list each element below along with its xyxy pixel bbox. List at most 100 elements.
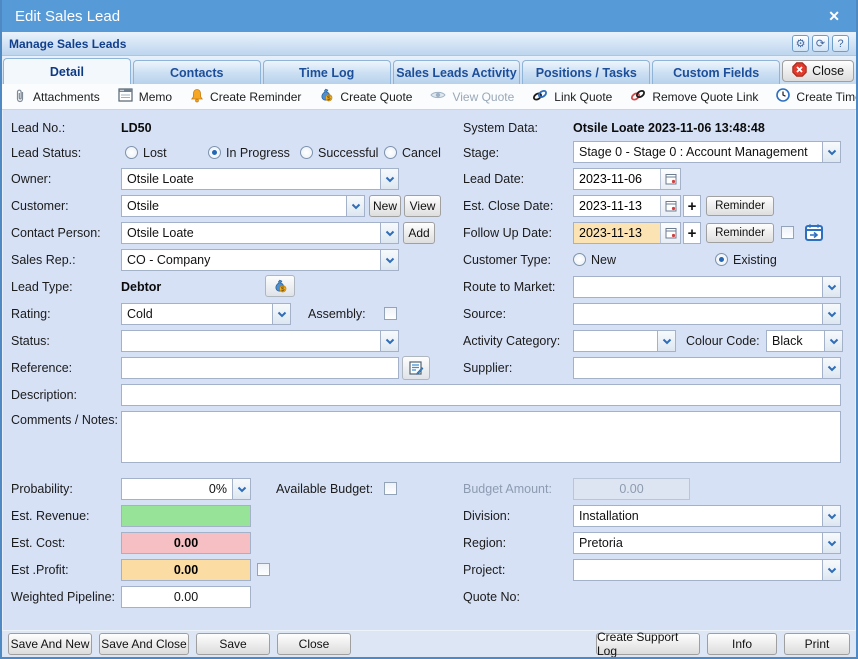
customer-new-button[interactable]: New: [369, 195, 401, 217]
tab-sales-leads-activity[interactable]: Sales Leads Activity: [393, 60, 521, 84]
assembly-checkbox[interactable]: [384, 307, 397, 320]
est-profit-field[interactable]: 0.00: [121, 559, 251, 581]
create-reminder-button[interactable]: Create Reminder: [181, 84, 310, 109]
est-profit-checkbox[interactable]: [257, 563, 270, 576]
est-close-date-add-icon[interactable]: +: [683, 195, 701, 217]
customer-type-existing-radio[interactable]: [715, 253, 728, 266]
lead-status-in-progress-radio[interactable]: [208, 146, 221, 159]
est-revenue-field[interactable]: [121, 505, 251, 527]
save-button[interactable]: Save: [196, 633, 270, 655]
customer-view-button[interactable]: View: [404, 195, 441, 217]
contact-person-select[interactable]: Otsile Loate: [121, 222, 399, 244]
date-picker-icon[interactable]: [660, 169, 680, 189]
budget-amount-label: Budget Amount:: [463, 482, 552, 496]
colour-code-select[interactable]: Black: [766, 330, 843, 352]
remove-quote-link-button[interactable]: Remove Quote Link: [621, 84, 767, 109]
customer-type-new-radio[interactable]: [573, 253, 586, 266]
customer-type-new-label[interactable]: New: [591, 253, 616, 267]
activity-category-value: [574, 331, 657, 351]
link-quote-label: Link Quote: [554, 90, 612, 104]
probability-select[interactable]: 0%: [121, 478, 251, 500]
lead-status-successful-radio[interactable]: [300, 146, 313, 159]
available-budget-checkbox[interactable]: [384, 482, 397, 495]
lead-status-lost-radio[interactable]: [125, 146, 138, 159]
customer-select[interactable]: Otsile: [121, 195, 365, 217]
owner-value: Otsile Loate: [122, 169, 380, 189]
est-close-reminder-button[interactable]: Reminder: [706, 196, 774, 216]
weighted-pipeline-input[interactable]: [121, 586, 251, 608]
close-button[interactable]: Close: [277, 633, 351, 655]
chevron-down-icon: [380, 250, 398, 270]
close-tab-button[interactable]: Close: [782, 60, 854, 82]
source-select[interactable]: [573, 303, 841, 325]
follow-up-date-input[interactable]: 2023-11-13: [573, 222, 681, 244]
est-close-date-input[interactable]: 2023-11-13: [573, 195, 681, 217]
est-cost-field[interactable]: 0.00: [121, 532, 251, 554]
window-title: Edit Sales Lead: [15, 8, 120, 25]
lead-date-input[interactable]: 2023-11-06: [573, 168, 681, 190]
create-quote-button[interactable]: $ Create Quote: [310, 84, 421, 109]
comments-notes-textarea[interactable]: [121, 411, 841, 463]
tab-time-log[interactable]: Time Log: [263, 60, 391, 84]
contact-person-add-button[interactable]: Add: [403, 222, 435, 244]
link-icon: [532, 89, 548, 105]
link-quote-button[interactable]: Link Quote: [523, 84, 621, 109]
memo-button[interactable]: Memo: [109, 84, 181, 109]
status-label: Status:: [11, 334, 50, 348]
follow-up-reminder-button[interactable]: Reminder: [706, 223, 774, 243]
owner-select[interactable]: Otsile Loate: [121, 168, 399, 190]
stage-label: Stage:: [463, 146, 499, 160]
rating-select[interactable]: Cold: [121, 303, 291, 325]
description-input[interactable]: [121, 384, 841, 406]
window-close-icon[interactable]: ✕: [825, 8, 843, 25]
project-select[interactable]: [573, 559, 841, 581]
lead-status-lost-label[interactable]: Lost: [143, 146, 167, 160]
settings-icon[interactable]: ⚙: [792, 35, 809, 52]
sales-rep-select[interactable]: CO - Company: [121, 249, 399, 271]
lead-status-cancel-radio[interactable]: [384, 146, 397, 159]
follow-up-checkbox[interactable]: [781, 226, 794, 239]
date-picker-icon[interactable]: [660, 223, 680, 243]
customer-type-existing-label[interactable]: Existing: [733, 253, 777, 267]
attachments-button[interactable]: Attachments: [4, 84, 109, 109]
create-time-log-button[interactable]: Create Time Log: [767, 84, 858, 109]
rating-label: Rating:: [11, 307, 51, 321]
print-button[interactable]: Print: [784, 633, 850, 655]
tab-detail[interactable]: Detail: [3, 58, 131, 84]
project-value: [574, 560, 822, 580]
follow-up-date-add-icon[interactable]: +: [683, 222, 701, 244]
lead-type-label: Lead Type:: [11, 280, 73, 294]
stage-select[interactable]: Stage 0 - Stage 0 : Account Management: [573, 141, 841, 163]
division-label: Division:: [463, 509, 510, 523]
customer-label: Customer:: [11, 199, 69, 213]
reference-notes-icon[interactable]: [402, 356, 430, 380]
status-select[interactable]: [121, 330, 399, 352]
help-icon[interactable]: ?: [832, 35, 849, 52]
tab-contacts[interactable]: Contacts: [133, 60, 261, 84]
activity-category-select[interactable]: [573, 330, 676, 352]
date-picker-icon[interactable]: [660, 196, 680, 216]
info-button[interactable]: Info: [707, 633, 777, 655]
division-select[interactable]: Installation: [573, 505, 841, 527]
tab-positions-tasks[interactable]: Positions / Tasks: [522, 60, 650, 84]
save-and-close-button[interactable]: Save And Close: [99, 633, 189, 655]
refresh-icon[interactable]: ⟳: [812, 35, 829, 52]
save-and-new-button[interactable]: Save And New: [8, 633, 92, 655]
footer-bar: Save And New Save And Close Save Close C…: [2, 630, 856, 657]
route-to-market-select[interactable]: [573, 276, 841, 298]
supplier-select[interactable]: [573, 357, 841, 379]
region-select[interactable]: Pretoria: [573, 532, 841, 554]
create-time-log-label: Create Time Log: [796, 90, 858, 104]
lead-type-money-bag-icon[interactable]: $: [265, 275, 295, 297]
attachments-label: Attachments: [33, 90, 100, 104]
project-label: Project:: [463, 563, 505, 577]
bell-icon: [190, 88, 204, 106]
lead-status-successful-label[interactable]: Successful: [318, 146, 378, 160]
lead-status-in-progress-label[interactable]: In Progress: [226, 146, 290, 160]
create-support-log-button[interactable]: Create Support Log: [596, 633, 700, 655]
lead-status-cancel-label[interactable]: Cancel: [402, 146, 441, 160]
tab-custom-fields[interactable]: Custom Fields: [652, 60, 780, 84]
contact-person-label: Contact Person:: [11, 226, 101, 240]
calendar-schedule-icon[interactable]: [801, 221, 827, 244]
reference-input[interactable]: [121, 357, 399, 379]
